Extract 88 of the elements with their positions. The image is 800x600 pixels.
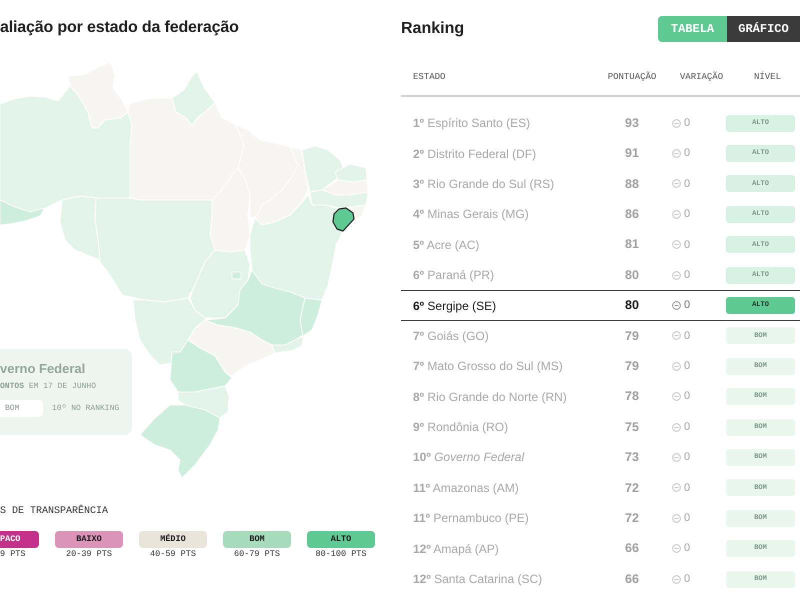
variation-value: 0 <box>684 207 690 222</box>
score-value: 66 <box>625 540 639 558</box>
circle-minus-icon <box>672 240 681 250</box>
score-value: 79 <box>625 358 639 375</box>
score-value: 86 <box>625 206 639 223</box>
range-label: 60-79 PTS <box>234 549 280 560</box>
circle-minus-icon <box>672 392 681 402</box>
variation-value: 0 <box>684 572 690 587</box>
range-label: 80-100 PTS <box>315 549 366 560</box>
score-value: 79 <box>625 328 639 345</box>
circle-minus-icon <box>672 118 681 128</box>
variation-value: 0 <box>684 480 690 496</box>
state-name: 5º Acre (AC) <box>413 236 480 254</box>
state-region[interactable] <box>332 207 355 232</box>
circle-minus-icon <box>672 179 681 188</box>
score-value: 80 <box>625 266 639 284</box>
state-name: 9º Rondônia (RO) <box>413 419 510 436</box>
state-name: 2º Distrito Federal (DF) <box>413 146 538 163</box>
variation-value: 0 <box>684 450 690 466</box>
state-name: 6º Sergipe (SE) <box>413 298 498 315</box>
circle-minus-icon <box>672 270 681 280</box>
score-value: 66 <box>625 570 639 588</box>
variation-value: 0 <box>684 420 690 435</box>
variation-value: 0 <box>684 176 690 192</box>
score-value: 78 <box>625 388 639 406</box>
score-value: 72 <box>625 480 639 496</box>
variation-value: 0 <box>684 389 690 404</box>
circle-minus-icon <box>672 452 681 462</box>
range-label: 20-39 PTS <box>66 549 112 560</box>
level-tag: BOM <box>223 531 291 548</box>
variation-value: 0 <box>684 146 690 162</box>
level-tag: ALTO <box>307 531 375 548</box>
variation-value: 0 <box>684 238 690 252</box>
column-header: NÍVEL <box>752 71 781 84</box>
variation-value: 0 <box>684 328 690 344</box>
circle-minus-icon <box>672 574 681 584</box>
column-header: VARIAÇÃO <box>678 71 724 84</box>
state-name: 11º Pernambuco (PE) <box>413 510 530 528</box>
score-value: 73 <box>625 449 639 466</box>
level-tag: MÉDIO <box>139 531 207 548</box>
variation-value: 0 <box>684 511 690 526</box>
variation-value: 0 <box>684 359 690 374</box>
score-value: 81 <box>625 236 639 254</box>
score-value: 93 <box>625 114 639 132</box>
circle-minus-icon <box>672 483 681 492</box>
score-value: 75 <box>625 418 639 436</box>
range-label: 40-59 PTS <box>150 549 196 560</box>
score-value: 88 <box>625 176 639 193</box>
score-value: 91 <box>625 145 639 162</box>
variation-value: 0 <box>684 298 690 314</box>
variation-value: 0 <box>684 541 690 556</box>
circle-minus-icon <box>672 331 681 340</box>
state-name: 7º Goiás (GO) <box>413 328 490 345</box>
section-title: Ranking <box>401 19 464 39</box>
column-header: PONTUAÇÃO <box>608 71 656 84</box>
ranking-label: 10º NO RANKING <box>52 402 120 414</box>
circle-minus-icon <box>672 301 681 310</box>
circle-minus-icon <box>672 422 681 432</box>
state-name: 12º Amapá (AP) <box>413 540 500 558</box>
circle-minus-icon <box>672 362 681 371</box>
state-name: 4º Minas Gerais (MG) <box>413 206 530 224</box>
circle-minus-icon <box>672 544 681 554</box>
view-tab[interactable]: GRÁFICO <box>727 16 800 42</box>
circle-minus-icon <box>672 514 681 523</box>
section-title: aliação por estado da federação <box>0 18 240 38</box>
range-label: 9 PTS <box>0 549 26 560</box>
view-tab[interactable]: TABELA <box>658 16 727 42</box>
level-tag: PACO <box>0 531 39 548</box>
column-header: ESTADO <box>413 71 446 84</box>
level-tag: BAIXO <box>55 531 123 548</box>
state-name: 6º Paraná (PR) <box>413 267 496 284</box>
card-subtitle: ONTOS EM 17 DE JUNHO <box>0 382 98 392</box>
state-name: 12º Santa Catarina (SC) <box>413 571 544 588</box>
circle-minus-icon <box>672 210 681 219</box>
state-name: 1º Espírito Santo (ES) <box>413 115 532 132</box>
score-value: 80 <box>625 297 639 314</box>
state-name: 11º Amazonas (AM) <box>413 480 520 497</box>
legend-title: S DE TRANSPARÊNCIA <box>0 506 110 518</box>
score-value: 72 <box>625 510 639 527</box>
variation-value: 0 <box>684 268 690 283</box>
state-name: 3º Rio Grande do Sul (RS) <box>413 176 556 193</box>
state-name: 10º Governo Federal <box>413 449 526 466</box>
card-title: verno Federal <box>0 361 86 377</box>
variation-value: 0 <box>684 116 690 131</box>
level-badge: BOM <box>0 400 43 417</box>
state-name: 7º Mato Grosso do Sul (MS) <box>413 358 564 376</box>
state-name: 8º Rio Grande do Norte (RN) <box>413 388 568 406</box>
circle-minus-icon <box>672 149 681 158</box>
